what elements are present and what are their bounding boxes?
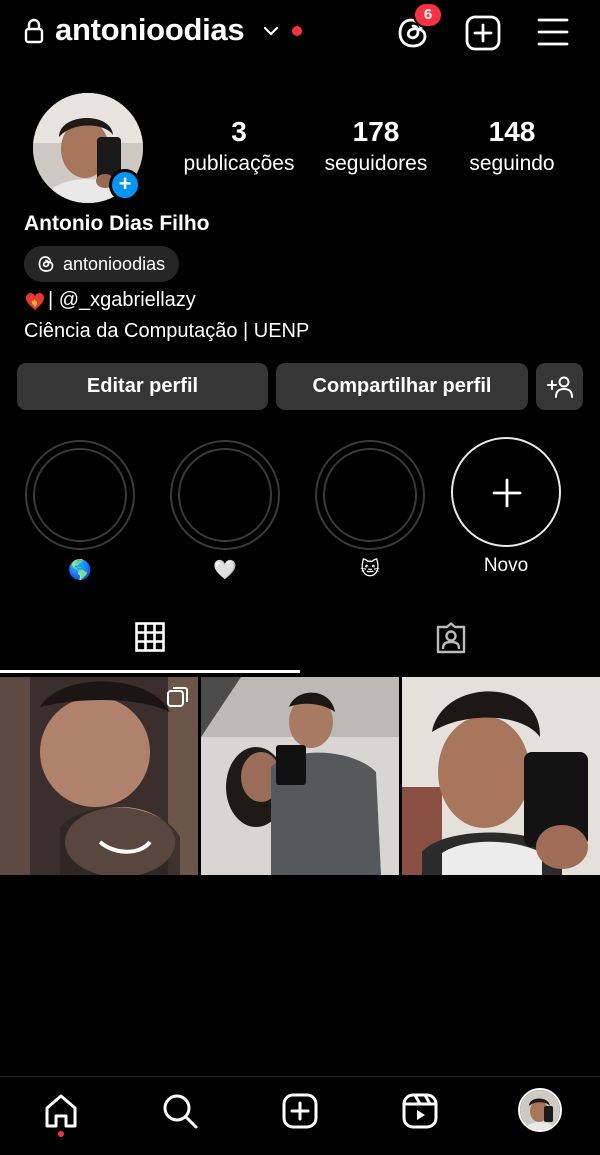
following-count: 148 xyxy=(488,116,536,147)
create-post-icon[interactable] xyxy=(464,14,502,52)
home-icon[interactable] xyxy=(41,1091,81,1131)
profile-avatar[interactable]: + xyxy=(33,93,143,203)
home-notification-dot xyxy=(58,1131,64,1137)
stat-posts[interactable]: 3 publicações xyxy=(169,116,309,176)
post-thumbnail-3[interactable] xyxy=(402,677,600,875)
threads-handle: antonioodias xyxy=(63,253,166,274)
tagged-icon xyxy=(436,622,466,654)
tab-posts-grid[interactable] xyxy=(0,610,300,672)
create-icon[interactable] xyxy=(280,1091,320,1131)
avatar-photo xyxy=(520,1090,560,1130)
threads-icon xyxy=(38,256,54,272)
followers-count: 178 xyxy=(352,116,400,147)
add-person-icon xyxy=(547,376,573,398)
post-thumbnail-2[interactable] xyxy=(201,677,399,875)
highlight-2[interactable]: 🤍 xyxy=(170,440,280,582)
lock-icon xyxy=(24,18,44,44)
username-switcher[interactable]: antonioodias xyxy=(55,12,245,48)
tab-tagged[interactable] xyxy=(300,610,600,672)
bio-mention[interactable]: | @_xgabriellazy xyxy=(48,289,196,312)
stat-followers[interactable]: 178 seguidores xyxy=(306,116,446,176)
followers-label: seguidores xyxy=(324,152,428,175)
edit-profile-button[interactable]: Editar perfil xyxy=(17,363,268,410)
search-icon[interactable] xyxy=(160,1091,200,1131)
highlight-label: 🐱 xyxy=(360,559,380,580)
menu-icon[interactable] xyxy=(535,14,571,50)
add-story-button[interactable]: + xyxy=(109,169,141,201)
reels-icon[interactable] xyxy=(400,1091,440,1131)
account-notification-dot xyxy=(292,26,302,36)
highlight-cover xyxy=(25,440,135,550)
heart-on-fire-icon xyxy=(26,292,44,310)
highlight-3[interactable]: 🐱 xyxy=(315,440,425,581)
post-image xyxy=(402,677,600,875)
highlight-cover xyxy=(315,440,425,550)
carousel-icon xyxy=(167,687,188,707)
active-tab-indicator xyxy=(0,670,300,673)
bottom-navigation xyxy=(0,1076,600,1155)
discover-people-button[interactable] xyxy=(536,363,583,410)
highlight-1[interactable]: 🌎 xyxy=(25,440,135,582)
bio-line-2: Ciência da Computação | UENP xyxy=(24,320,310,342)
grid-icon xyxy=(135,622,165,652)
new-highlight-button[interactable]: Novo xyxy=(451,437,561,577)
new-highlight-ring xyxy=(451,437,561,547)
new-highlight-label: Novo xyxy=(483,555,529,576)
profile-header: antonioodias 6 xyxy=(0,0,600,64)
bio-line-1: | @_xgabriellazy xyxy=(24,289,196,312)
highlight-cover xyxy=(170,440,280,550)
highlight-label: 🌎 xyxy=(68,560,92,581)
post-image xyxy=(201,677,399,875)
posts-label: publicações xyxy=(183,152,295,175)
highlight-label: 🤍 xyxy=(213,560,237,581)
post-thumbnail-1[interactable] xyxy=(0,677,198,875)
threads-notification-badge: 6 xyxy=(413,2,443,28)
threads-profile-link[interactable]: antonioodias xyxy=(24,246,180,282)
plus-icon xyxy=(492,478,522,508)
following-label: seguindo xyxy=(469,152,555,175)
stat-following[interactable]: 148 seguindo xyxy=(442,116,582,176)
share-profile-button[interactable]: Compartilhar perfil xyxy=(276,363,528,410)
posts-count: 3 xyxy=(231,116,247,147)
full-name: Antonio Dias Filho xyxy=(24,212,210,235)
chevron-down-icon[interactable] xyxy=(262,22,280,40)
profile-avatar-nav[interactable] xyxy=(518,1088,562,1132)
